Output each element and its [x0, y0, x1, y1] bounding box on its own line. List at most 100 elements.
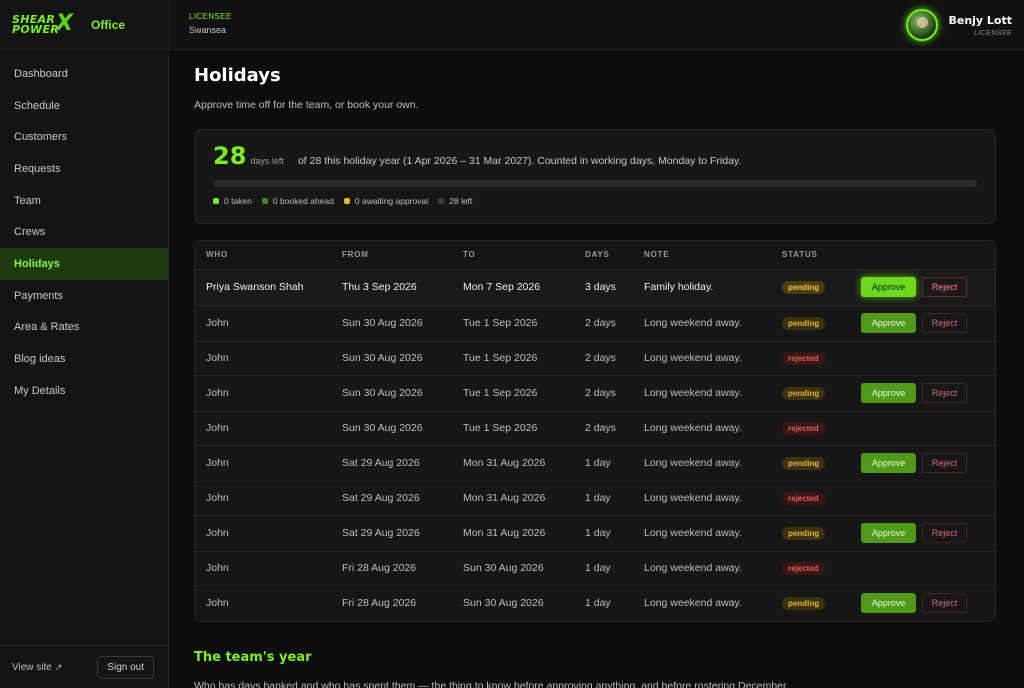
sidebar-item-team[interactable]: Team [0, 185, 168, 217]
shear-power-logo: SHEAR POWER X [12, 12, 73, 36]
cell-to: Mon 31 Aug 2026 [452, 481, 574, 516]
approve-button[interactable]: Approve [861, 523, 916, 543]
logo-line-2: POWER [12, 22, 60, 36]
cell-who: John [195, 515, 331, 552]
table-row: Priya Swanson Shah Thu 3 Sep 2026 Mon 7 Se… [195, 269, 995, 306]
user-menu[interactable]: Benjy Lott LICENSEE [906, 9, 1012, 41]
status-badge: rejected [782, 561, 825, 575]
cell-note: Long weekend away. [633, 305, 771, 342]
cell-days: 3 days [574, 269, 633, 306]
cell-who: John [195, 305, 331, 342]
cell-from: Fri 28 Aug 2026 [331, 551, 452, 586]
approve-button[interactable]: Approve [861, 313, 916, 333]
sidebar-item-holidays[interactable]: Holidays [0, 248, 168, 280]
cell-to: Sun 30 Aug 2026 [463, 597, 544, 610]
row-actions: Approve Reject [861, 523, 995, 543]
cell-to: Tue 1 Sep 2026 [452, 375, 574, 412]
cell-days: 2 days [574, 305, 633, 342]
legend-dot [343, 198, 350, 204]
cell-actions: Approve Reject [850, 585, 995, 621]
cell-who: John [195, 481, 331, 516]
cell-from: Fri 28 Aug 2026 [342, 597, 417, 610]
sidebar-item-payments[interactable]: Payments [0, 280, 168, 312]
approve-button[interactable]: Approve [861, 453, 916, 473]
table-row: John Sun 30 Aug 2026 Tue 1 Sep 2026 2 days L… [195, 411, 995, 446]
row-actions: Approve Reject [861, 313, 995, 333]
header-to[interactable]: TO [452, 241, 574, 270]
legend-label: 0 awaiting approval [354, 196, 429, 206]
header-days[interactable]: DAYS [574, 241, 633, 270]
sign-out-button[interactable]: Sign out [97, 655, 154, 679]
sidebar-item-blog-ideas[interactable]: Blog ideas [0, 343, 168, 375]
user-text: Benjy Lott LICENSEE [948, 14, 1012, 37]
team-year-title: The team's year [194, 650, 312, 665]
header-who[interactable]: WHO [195, 241, 331, 270]
table-row: John Fri 28 Aug 2026 Sun 30 Aug 2026 1 day L… [195, 551, 995, 586]
legend-dot [438, 198, 445, 204]
header-note[interactable]: NOTE [633, 241, 771, 270]
status-badge: pending [782, 280, 826, 294]
brand-office-label: Office [91, 17, 126, 32]
reject-button[interactable]: Reject [922, 523, 967, 543]
view-site-link[interactable]: View site ↗ [12, 662, 62, 673]
cell-from: Sat 29 Aug 2026 [331, 515, 452, 552]
reject-button[interactable]: Reject [922, 277, 967, 297]
sidebar-item-area-rates[interactable]: Area & Rates [0, 312, 168, 344]
holiday-requests-table-card: WHO FROM TO DAYS NOTE STATUS Priya Swans… [194, 240, 996, 622]
sidebar-item-customers[interactable]: Customers [0, 121, 168, 153]
cell-from: Sat 29 Aug 2026 [331, 445, 452, 482]
cell-from: Sun 30 Aug 2026 [331, 411, 452, 446]
cell-note: Long weekend away. [633, 411, 771, 446]
sidebar-item-my-details[interactable]: My Details [0, 375, 168, 407]
sidebar-footer: View site ↗ Sign out [0, 645, 168, 688]
cell-to: Mon 7 Sep 2026 [452, 269, 574, 306]
cell-who: John [195, 341, 331, 376]
sidebar-item-dashboard[interactable]: Dashboard [0, 58, 168, 90]
cell-who: John [195, 375, 331, 412]
legend-item: 0 awaiting approval [343, 196, 429, 206]
reject-button[interactable]: Reject [922, 383, 967, 403]
table-row: John Sun 30 Aug 2026 Tue 1 Sep 2026 2 days L… [195, 375, 995, 412]
legend-item: 28 left [438, 196, 472, 206]
brand[interactable]: SHEAR POWER X Office [0, 0, 168, 50]
cell-from: Sun 30 Aug 2026 [331, 305, 452, 342]
cell-status: rejected [771, 551, 850, 586]
table-row: John Sun 30 Aug 2026 Tue 1 Sep 2026 2 days L… [195, 341, 995, 376]
holiday-balance-card: 28 days left of 28 this holiday year (1 … [194, 129, 996, 224]
reject-button[interactable]: Reject [922, 453, 967, 473]
header-actions [850, 241, 995, 270]
row-actions: Approve Reject [861, 453, 995, 473]
licensee-label: LICENSEE [189, 12, 232, 21]
approve-button[interactable]: Approve [861, 593, 916, 614]
cell-note: Long weekend away. [633, 515, 771, 552]
cell-actions [850, 341, 995, 376]
cell-status: rejected [771, 341, 850, 376]
sidebar-item-schedule[interactable]: Schedule [0, 90, 168, 122]
cell-who: John [206, 597, 229, 610]
sidebar-item-requests[interactable]: Requests [0, 153, 168, 185]
status-badge: pending [782, 526, 826, 540]
status-badge: pending [782, 386, 826, 400]
reject-button[interactable]: Reject [922, 313, 967, 333]
page-title: Holidays [194, 65, 281, 86]
cell-days: 1 day [574, 445, 633, 482]
header-status[interactable]: STATUS [771, 241, 850, 270]
cell-status: pending [771, 269, 850, 306]
approve-button[interactable]: Approve [861, 383, 916, 403]
status-badge: pending [782, 316, 826, 330]
cell-actions [850, 411, 995, 446]
avatar[interactable] [906, 9, 939, 41]
row-actions: Approve Reject [861, 593, 995, 614]
cell-actions: Approve Reject [850, 515, 995, 552]
balance-description: of 28 this holiday year (1 Apr 2026 – 31… [297, 155, 742, 167]
cell-status: rejected [771, 411, 850, 446]
cell-days: 2 days [574, 375, 633, 412]
reject-button[interactable]: Reject [922, 593, 967, 614]
table-row: John Sat 29 Aug 2026 Mon 31 Aug 2026 1 day L… [195, 445, 995, 482]
sidebar-item-crews[interactable]: Crews [0, 216, 168, 248]
approve-button[interactable]: Approve [861, 277, 916, 297]
cell-status: rejected [771, 481, 850, 516]
table-header-row: WHO FROM TO DAYS NOTE STATUS [195, 241, 995, 270]
header-from[interactable]: FROM [331, 241, 452, 270]
legend-label: 28 left [449, 196, 473, 206]
